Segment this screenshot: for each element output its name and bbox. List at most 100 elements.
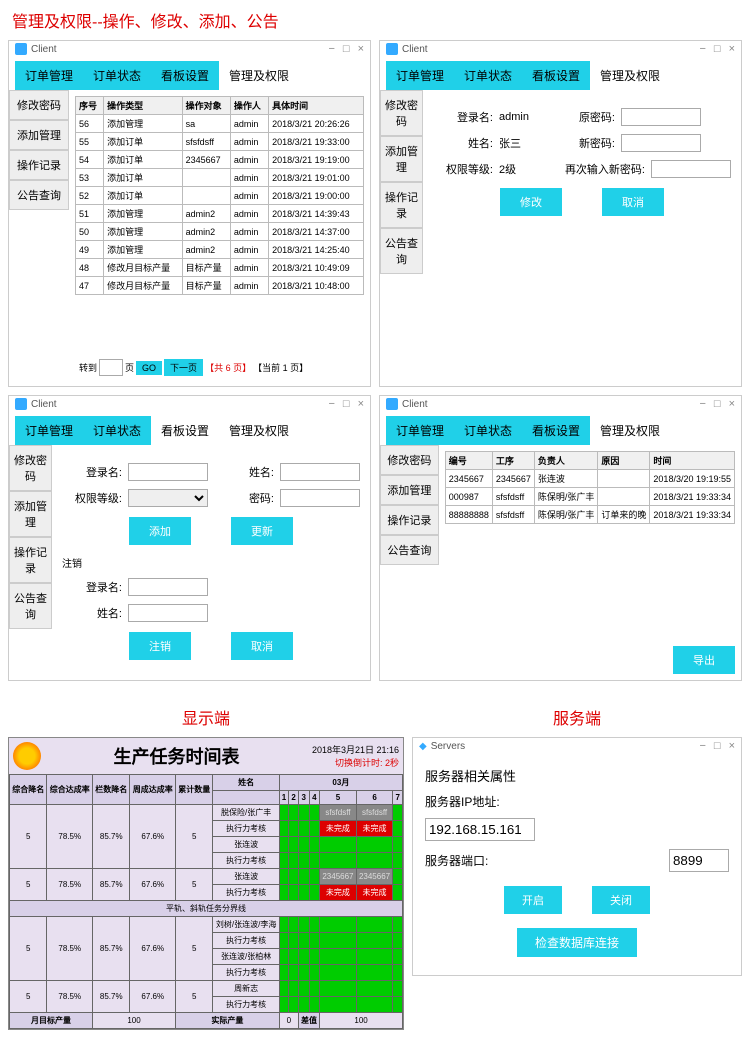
name-label: 姓名:: [433, 135, 493, 151]
level-select[interactable]: [128, 489, 208, 507]
table-row[interactable]: 000987sfsfdsff陈保明/张广丰2018/3/21 19:33:34: [445, 488, 734, 506]
max-button[interactable]: □: [714, 398, 721, 410]
side-pwd[interactable]: 修改密码: [380, 90, 423, 136]
pwd-input[interactable]: [280, 489, 360, 507]
tab-admin[interactable]: 管理及权限: [219, 416, 299, 445]
oldpwd-input[interactable]: [621, 108, 701, 126]
side-log[interactable]: 操作记录: [380, 182, 423, 228]
side-log[interactable]: 操作记录: [9, 537, 52, 583]
login-input[interactable]: [128, 463, 208, 481]
col-header: 具体时间: [269, 97, 364, 115]
delete-button[interactable]: 注销: [129, 632, 191, 660]
col-header: 操作类型: [104, 97, 183, 115]
side-add[interactable]: 添加管理: [380, 136, 423, 182]
side-add[interactable]: 添加管理: [9, 491, 52, 537]
tab-status[interactable]: 订单状态: [83, 61, 151, 90]
col-header: 序号: [76, 97, 104, 115]
tab-orders[interactable]: 订单管理: [386, 416, 454, 445]
ip-input[interactable]: [425, 818, 535, 841]
side-ann[interactable]: 公告查询: [380, 228, 423, 274]
tab-orders[interactable]: 订单管理: [15, 416, 83, 445]
max-button[interactable]: □: [714, 43, 721, 55]
ip-label: 服务器IP地址:: [425, 793, 500, 810]
delete-section-label: 注销: [62, 555, 360, 570]
tab-admin[interactable]: 管理及权限: [219, 61, 299, 90]
table-row[interactable]: 49添加管理admin2admin2018/3/21 14:25:40: [76, 241, 364, 259]
side-pwd[interactable]: 修改密码: [9, 90, 69, 120]
tab-orders[interactable]: 订单管理: [15, 61, 83, 90]
go-button[interactable]: GO: [136, 361, 162, 375]
tab-orders[interactable]: 订单管理: [386, 61, 454, 90]
side-ann[interactable]: 公告查询: [9, 583, 52, 629]
table-row[interactable]: 55添加订单sfsfdsffadmin2018/3/21 19:33:00: [76, 133, 364, 151]
tab-kanban[interactable]: 看板设置: [522, 416, 590, 445]
level-label: 权限等级:: [433, 161, 493, 177]
table-row[interactable]: 88888888sfsfdsff陈保明/张广丰订单来的晚2018/3/21 19…: [445, 506, 734, 524]
close-button[interactable]: ×: [729, 398, 735, 410]
tab-admin[interactable]: 管理及权限: [590, 61, 670, 90]
close-button[interactable]: ×: [358, 43, 364, 55]
side-add[interactable]: 添加管理: [9, 120, 69, 150]
side-log[interactable]: 操作记录: [9, 150, 69, 180]
side-ann[interactable]: 公告查询: [9, 180, 69, 210]
app-icon: [386, 398, 398, 410]
stop-button[interactable]: 关闭: [592, 886, 650, 914]
max-button[interactable]: □: [714, 740, 721, 752]
export-button[interactable]: 导出: [673, 646, 735, 674]
name-input[interactable]: [280, 463, 360, 481]
name-label2: 姓名:: [62, 605, 122, 621]
page-input[interactable]: [99, 359, 123, 376]
add-button[interactable]: 添加: [129, 517, 191, 545]
max-button[interactable]: □: [343, 398, 350, 410]
min-button[interactable]: −: [699, 398, 705, 410]
del-login-input[interactable]: [128, 578, 208, 596]
close-button[interactable]: ×: [729, 43, 735, 55]
port-input[interactable]: [669, 849, 729, 872]
tab-status[interactable]: 订单状态: [454, 416, 522, 445]
login-value: admin: [499, 111, 549, 123]
del-name-input[interactable]: [128, 604, 208, 622]
min-button[interactable]: −: [328, 398, 334, 410]
tab-kanban[interactable]: 看板设置: [151, 61, 219, 90]
tab-kanban[interactable]: 看板设置: [522, 61, 590, 90]
app-icon: [386, 43, 398, 55]
side-add[interactable]: 添加管理: [380, 475, 439, 505]
page-label: 页: [125, 361, 134, 374]
max-button[interactable]: □: [343, 43, 350, 55]
min-button[interactable]: −: [328, 43, 334, 55]
table-row[interactable]: 47修改月目标产量目标产量admin2018/3/21 10:48:00: [76, 277, 364, 295]
table-row[interactable]: 52添加订单admin2018/3/21 19:00:00: [76, 187, 364, 205]
modify-button[interactable]: 修改: [500, 188, 562, 216]
min-button[interactable]: −: [699, 43, 705, 55]
server-icon: ◆: [419, 741, 427, 752]
table-row[interactable]: 23456672345667张连波2018/3/20 19:19:55: [445, 470, 734, 488]
reset-button[interactable]: 更新: [231, 517, 293, 545]
server-window: ◆Servers−□× 服务器相关属性 服务器IP地址: 服务器端口: 开启关闭…: [412, 737, 742, 976]
tab-admin[interactable]: 管理及权限: [590, 416, 670, 445]
side-ann[interactable]: 公告查询: [380, 535, 439, 565]
again-input[interactable]: [651, 160, 731, 178]
table-row[interactable]: 54添加订单2345667admin2018/3/21 19:19:00: [76, 151, 364, 169]
table-row[interactable]: 50添加管理admin2admin2018/3/21 14:37:00: [76, 223, 364, 241]
app-title: Client: [31, 44, 57, 55]
tab-status[interactable]: 订单状态: [83, 416, 151, 445]
close-button[interactable]: ×: [358, 398, 364, 410]
next-button[interactable]: 下一页: [164, 359, 203, 376]
check-db-button[interactable]: 检查数据库连接: [517, 928, 637, 957]
table-row[interactable]: 51添加管理admin2admin2018/3/21 14:39:43: [76, 205, 364, 223]
min-button[interactable]: −: [699, 740, 705, 752]
cancel-button[interactable]: 取消: [602, 188, 664, 216]
tab-status[interactable]: 订单状态: [454, 61, 522, 90]
side-log[interactable]: 操作记录: [380, 505, 439, 535]
table-row[interactable]: 53添加订单admin2018/3/21 19:01:00: [76, 169, 364, 187]
tab-kanban[interactable]: 看板设置: [151, 416, 219, 445]
cancel-button[interactable]: 取消: [231, 632, 293, 660]
table-row[interactable]: 56添加管理saadmin2018/3/21 20:26:26: [76, 115, 364, 133]
side-pwd[interactable]: 修改密码: [380, 445, 439, 475]
side-pwd[interactable]: 修改密码: [9, 445, 52, 491]
table-row[interactable]: 48修改月目标产量目标产量admin2018/3/21 10:49:09: [76, 259, 364, 277]
start-button[interactable]: 开启: [504, 886, 562, 914]
newpwd-input[interactable]: [621, 134, 701, 152]
close-button[interactable]: ×: [729, 740, 735, 752]
log-table: 序号操作类型操作对象操作人具体时间56添加管理saadmin2018/3/21 …: [75, 96, 364, 295]
